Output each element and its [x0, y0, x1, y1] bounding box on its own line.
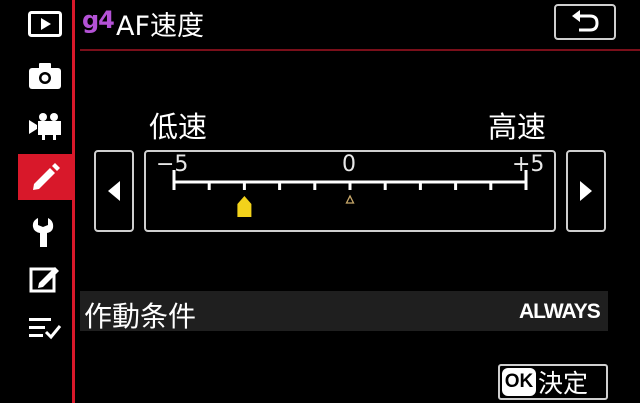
arrow-right-icon: [580, 181, 592, 201]
increase-button[interactable]: [566, 150, 606, 232]
current-value-indicator: [237, 196, 252, 217]
slider-scale: [172, 170, 528, 217]
ok-confirm-button[interactable]: OK 決定: [498, 364, 608, 400]
ok-badge: OK: [502, 368, 536, 396]
setting-row-label: 作動条件: [84, 300, 197, 333]
default-marker: [345, 194, 355, 204]
ok-label: 決定: [538, 369, 589, 398]
setting-row-value: ALWAYS: [519, 300, 601, 323]
